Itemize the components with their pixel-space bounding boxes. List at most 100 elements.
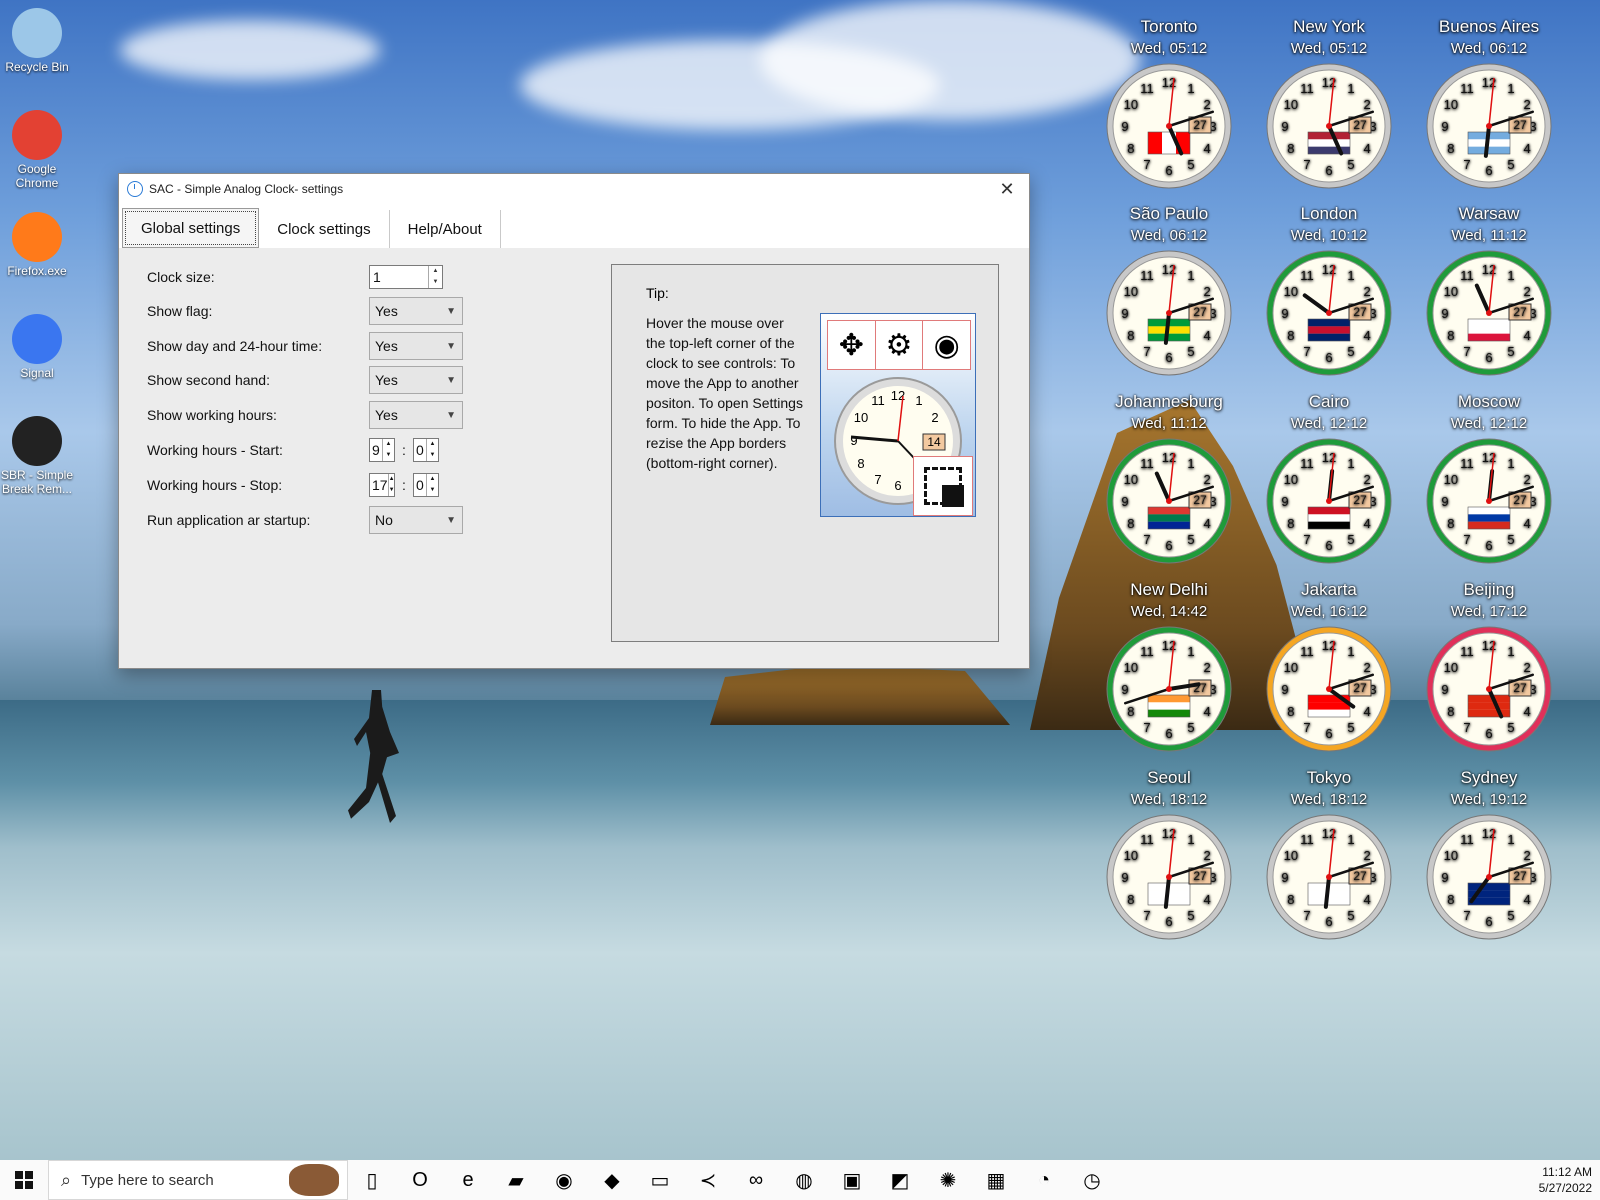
windows-logo-icon <box>15 1171 33 1189</box>
world-clock[interactable]: Johannesburg Wed, 11:12 12 1 2 3 4 5 6 7 8 9 10 11 27 <box>1094 391 1244 565</box>
arrow-up-icon[interactable]: ▲ <box>383 439 394 450</box>
world-clock[interactable]: Toronto Wed, 05:12 12 1 2 3 4 5 6 7 8 9 10 11 27 <box>1094 16 1244 190</box>
stepper-arrows[interactable]: ▲ ▼ <box>387 474 395 496</box>
arrow-down-icon[interactable]: ▼ <box>427 485 438 496</box>
run-startup-select[interactable]: No ▼ <box>369 506 463 534</box>
world-clock[interactable]: Buenos Aires Wed, 06:12 12 1 2 3 4 5 6 7 8 9 10 11 27 <box>1414 16 1564 190</box>
world-clock[interactable]: New Delhi Wed, 14:42 12 1 2 3 4 5 6 7 8 9 10 11 27 <box>1094 579 1244 753</box>
stepper-arrows[interactable]: ▲ ▼ <box>426 474 438 496</box>
paint-icon[interactable]: ◩ <box>876 1160 924 1200</box>
sac-taskbar-icon[interactable]: ◷ <box>1068 1160 1116 1200</box>
world-clock[interactable]: Moscow Wed, 12:12 12 1 2 3 4 5 6 7 8 9 10 11 27 <box>1414 391 1564 565</box>
work-start-hour-stepper[interactable]: 9 ▲ ▼ <box>369 438 395 462</box>
work-stop-hour-value[interactable]: 17 <box>370 474 388 496</box>
arrow-down-icon[interactable]: ▼ <box>429 277 442 288</box>
stepper-arrows[interactable]: ▲ ▼ <box>382 439 394 461</box>
desktop-icon[interactable]: Firefox.exe <box>0 212 74 278</box>
tab-help-about[interactable]: Help/About <box>389 210 501 248</box>
show-day-select[interactable]: Yes ▼ <box>369 332 463 360</box>
chrome-icon[interactable] <box>12 110 62 160</box>
close-button[interactable]: ✕ <box>985 174 1029 204</box>
desktop-icon-label[interactable]: Signal <box>0 366 74 380</box>
world-clock[interactable]: New York Wed, 05:12 12 1 2 3 4 5 6 7 8 9 10 11 27 <box>1254 16 1404 190</box>
network-icon[interactable]: ✺ <box>924 1160 972 1200</box>
flag-stripe <box>1468 319 1510 327</box>
edge-icon[interactable]: e <box>444 1160 492 1200</box>
arrow-up-icon[interactable]: ▲ <box>427 474 438 485</box>
start-button[interactable] <box>0 1160 48 1200</box>
sbr-icon[interactable] <box>12 416 62 466</box>
sbr-taskbar-icon[interactable]: ◔ <box>1020 1160 1068 1200</box>
stepper-arrows[interactable]: ▲ ▼ <box>428 266 442 288</box>
world-clock[interactable]: Jakarta Wed, 16:12 12 1 2 3 4 5 6 7 8 9 10 11 27 <box>1254 579 1404 753</box>
stepper-arrows[interactable]: ▲ ▼ <box>426 439 438 461</box>
world-clock[interactable]: Tokyo Wed, 18:12 12 1 2 3 4 5 6 7 8 9 10 11 27 <box>1254 767 1404 941</box>
work-start-minute-stepper[interactable]: 0 ▲ ▼ <box>413 438 439 462</box>
hand-pivot <box>1486 310 1492 316</box>
desktop-icon[interactable]: SBR - Simple Break Rem... <box>0 416 74 496</box>
outlook-icon[interactable]: O <box>396 1160 444 1200</box>
work-start-hour-value[interactable]: 9 <box>370 439 382 461</box>
world-clock[interactable]: Sydney Wed, 19:12 12 1 2 3 4 5 6 7 8 9 10 11 27 <box>1414 767 1564 941</box>
signal-icon[interactable] <box>12 314 62 364</box>
clock-number: 4 <box>1523 516 1530 531</box>
show-second-select[interactable]: Yes ▼ <box>369 366 463 394</box>
chrome-taskbar-icon[interactable]: ◉ <box>540 1160 588 1200</box>
show-working-select[interactable]: Yes ▼ <box>369 401 463 429</box>
desktop-icon-label[interactable]: Recycle Bin <box>0 60 74 74</box>
desktop-icon-label[interactable]: SBR - Simple Break Rem... <box>0 468 74 496</box>
clock-number: 11 <box>1460 268 1474 283</box>
notepad-icon[interactable]: ▭ <box>636 1160 684 1200</box>
world-clock[interactable]: Seoul Wed, 18:12 12 1 2 3 4 5 6 7 8 9 10 11 27 <box>1094 767 1244 941</box>
calculator-icon[interactable]: ▦ <box>972 1160 1020 1200</box>
desktop-icon-label[interactable]: Google Chrome <box>0 162 74 190</box>
work-stop-minute-value[interactable]: 0 <box>414 474 426 496</box>
firefox-icon[interactable] <box>12 212 62 262</box>
work-start-minute-value[interactable]: 0 <box>414 439 426 461</box>
tab-clock-settings[interactable]: Clock settings <box>259 210 390 248</box>
clock-number: 4 <box>1363 516 1370 531</box>
world-clock[interactable]: Cairo Wed, 12:12 12 1 2 3 4 5 6 7 8 9 10 11 27 <box>1254 391 1404 565</box>
world-clock[interactable]: London Wed, 10:12 12 1 2 3 4 5 6 7 8 9 10 11 27 <box>1254 203 1404 377</box>
clock-size-value[interactable]: 1 <box>370 266 428 288</box>
desktop-icon[interactable]: Signal <box>0 314 74 380</box>
arrow-down-icon[interactable]: ▼ <box>427 450 438 461</box>
settings-window: SAC - Simple Analog Clock- settings ✕ Gl… <box>118 173 1030 669</box>
save-icon[interactable]: ▣ <box>828 1160 876 1200</box>
gimp-icon[interactable]: ◆ <box>588 1160 636 1200</box>
world-clock[interactable]: Beijing Wed, 17:12 12 1 2 3 4 5 6 7 8 9 10 11 27 <box>1414 579 1564 753</box>
recycle-bin-icon[interactable] <box>12 8 62 58</box>
world-clock[interactable]: São Paulo Wed, 06:12 12 1 2 3 4 5 6 7 8 9 10 11 27 <box>1094 203 1244 377</box>
clock-number: 1 <box>1507 832 1514 847</box>
task-view-icon[interactable]: ▯ <box>348 1160 396 1200</box>
system-tray-clock[interactable]: 11:12 AM 5/27/2022 <box>1539 1164 1600 1196</box>
flag-icon <box>1307 506 1351 530</box>
show-flag-select[interactable]: Yes ▼ <box>369 297 463 325</box>
clock-number: 2 <box>1203 472 1210 487</box>
flag-icon <box>1147 131 1191 155</box>
clock-size-stepper[interactable]: 1 ▲ ▼ <box>369 265 443 289</box>
desktop-icon[interactable]: Google Chrome <box>0 110 74 190</box>
search-placeholder[interactable]: Type here to search <box>81 1172 214 1189</box>
taskbar-search-box[interactable]: ⌕ Type here to search <box>48 1160 348 1200</box>
tab-global-settings[interactable]: Global settings <box>122 208 260 248</box>
title-bar[interactable]: SAC - Simple Analog Clock- settings ✕ <box>119 174 1029 204</box>
vscode-icon[interactable]: ≺ <box>684 1160 732 1200</box>
work-stop-minute-stepper[interactable]: 0 ▲ ▼ <box>413 473 439 497</box>
desktop-icon-label[interactable]: Firefox.exe <box>0 264 74 278</box>
work-stop-label: Working hours - Stop: <box>147 477 283 493</box>
clock-number: 11 <box>1140 644 1154 659</box>
world-clock[interactable]: Warsaw Wed, 11:12 12 1 2 3 4 5 6 7 8 9 10 11 27 <box>1414 203 1564 377</box>
clock-number: 11 <box>1140 456 1154 471</box>
work-stop-hour-stepper[interactable]: 17 ▲ ▼ <box>369 473 395 497</box>
file-explorer-icon[interactable]: ▰ <box>492 1160 540 1200</box>
flag-icon <box>1307 318 1351 342</box>
arrow-down-icon[interactable]: ▼ <box>389 485 395 496</box>
arrow-up-icon[interactable]: ▲ <box>389 474 395 485</box>
firefox-taskbar-icon[interactable]: ◍ <box>780 1160 828 1200</box>
arrow-down-icon[interactable]: ▼ <box>383 450 394 461</box>
arrow-up-icon[interactable]: ▲ <box>427 439 438 450</box>
visual-studio-icon[interactable]: ∞ <box>732 1160 780 1200</box>
desktop-icon[interactable]: Recycle Bin <box>0 8 74 74</box>
arrow-up-icon[interactable]: ▲ <box>429 266 442 277</box>
